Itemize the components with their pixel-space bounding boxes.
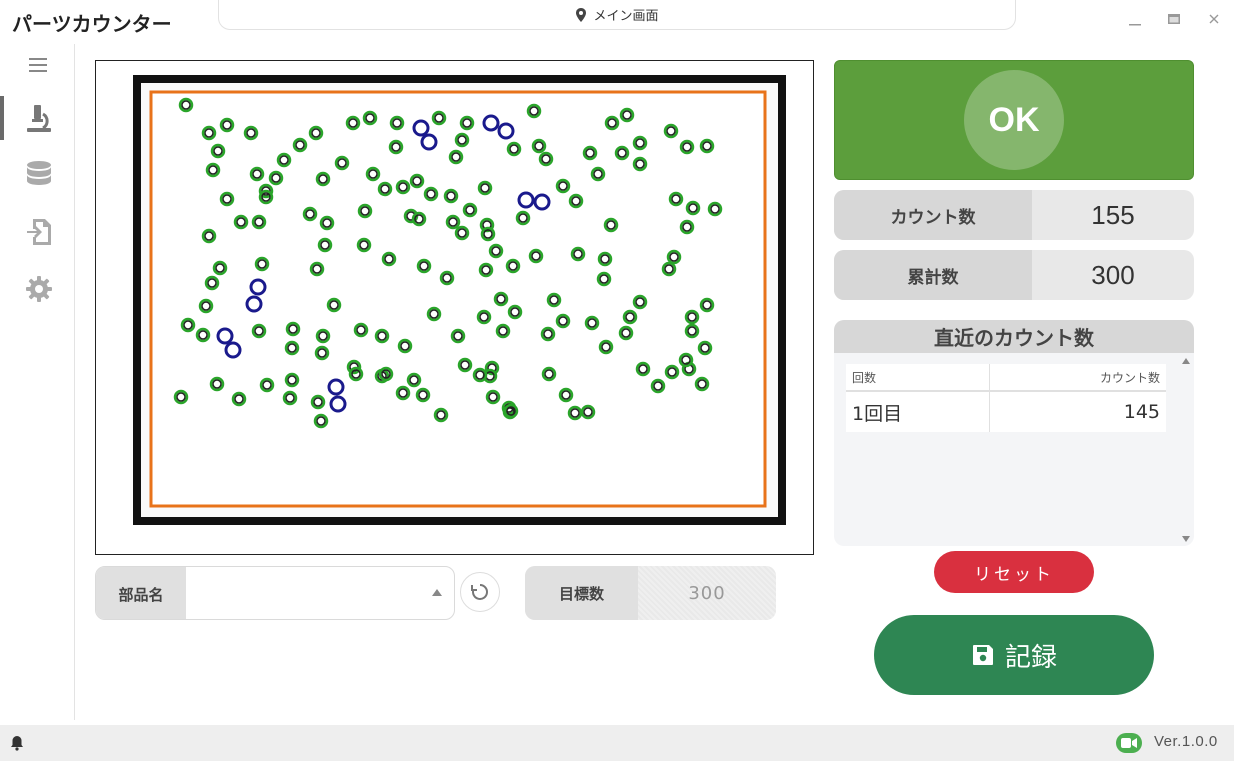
judgement-status: OK [964, 70, 1064, 170]
part-name-select[interactable] [186, 567, 454, 619]
count-stat: カウント数 155 [834, 190, 1194, 240]
camera-status[interactable] [1116, 733, 1142, 753]
scroll-down-arrow[interactable] [1182, 536, 1190, 542]
bell-icon [11, 736, 23, 751]
menu-icon [29, 58, 47, 72]
maximize-icon [1168, 14, 1180, 24]
refresh-icon [471, 584, 488, 600]
dropdown-arrow-icon [432, 589, 442, 596]
save-icon [972, 645, 993, 665]
record-button[interactable]: 記録 [874, 615, 1154, 695]
sidebar-item-database[interactable] [20, 156, 58, 194]
database-icon [27, 161, 51, 185]
count-value: 155 [1091, 199, 1135, 230]
video-camera-icon [1121, 738, 1137, 748]
cell-count: 145 [1123, 401, 1160, 423]
minimize-icon [1129, 24, 1141, 26]
part-name-label: 部品名 [96, 567, 186, 619]
refresh-part-button[interactable] [460, 572, 500, 612]
minimize-button[interactable] [1126, 10, 1144, 28]
notification-bell[interactable] [10, 735, 24, 755]
total-value: 300 [1091, 259, 1135, 290]
recent-counts-table: 回数 カウント数 1回目 145 [846, 364, 1166, 432]
status-bar: Ver.1.0.0 [0, 725, 1234, 761]
camera-image-panel [95, 60, 814, 555]
sidebar-active-indicator [0, 96, 4, 140]
title-bar: パーツカウンター メイン画面 [0, 0, 1234, 40]
screen-name: メイン画面 [593, 9, 659, 24]
maximize-button[interactable] [1165, 10, 1183, 28]
record-button-label: 記録 [1004, 642, 1057, 673]
detection-image [96, 61, 813, 554]
count-label: カウント数 [834, 190, 1032, 240]
sidebar-item-inspection[interactable] [20, 99, 58, 137]
app-title: パーツカウンター [12, 12, 172, 36]
close-icon [1209, 14, 1219, 24]
table-row[interactable]: 1回目 145 [846, 392, 1166, 432]
judgement-panel: OK [834, 60, 1194, 180]
screen-name-pill: メイン画面 [218, 0, 1016, 30]
total-label: 累計数 [834, 250, 1032, 300]
sidebar-item-settings[interactable] [20, 270, 58, 308]
cell-round: 1回目 [846, 392, 990, 432]
sidebar-item-menu[interactable] [20, 46, 58, 84]
settings-gear-icon [26, 276, 52, 302]
total-stat: 累計数 300 [834, 250, 1194, 300]
part-name-field: 部品名 [95, 566, 455, 620]
target-count-value: 300 [638, 566, 776, 620]
location-pin-icon [576, 7, 587, 22]
header-round: 回数 [846, 364, 990, 390]
reset-button[interactable]: リセット [934, 551, 1094, 593]
table-header: 回数 カウント数 [846, 364, 1166, 392]
target-count-label: 目標数 [525, 566, 638, 620]
header-count: カウント数 [1099, 370, 1160, 385]
scroll-up-arrow[interactable] [1182, 358, 1190, 364]
recent-counts-title: 直近のカウント数 [834, 320, 1194, 353]
close-button[interactable] [1205, 10, 1223, 28]
recent-counts-panel: 直近のカウント数 回数 カウント数 1回目 145 [834, 320, 1194, 546]
export-file-icon [27, 219, 51, 245]
version-label: Ver.1.0.0 [1154, 733, 1218, 750]
target-count-field: 目標数 300 [525, 566, 776, 620]
microscope-icon [27, 105, 51, 132]
sidebar [0, 44, 75, 720]
sidebar-item-export[interactable] [20, 213, 58, 251]
